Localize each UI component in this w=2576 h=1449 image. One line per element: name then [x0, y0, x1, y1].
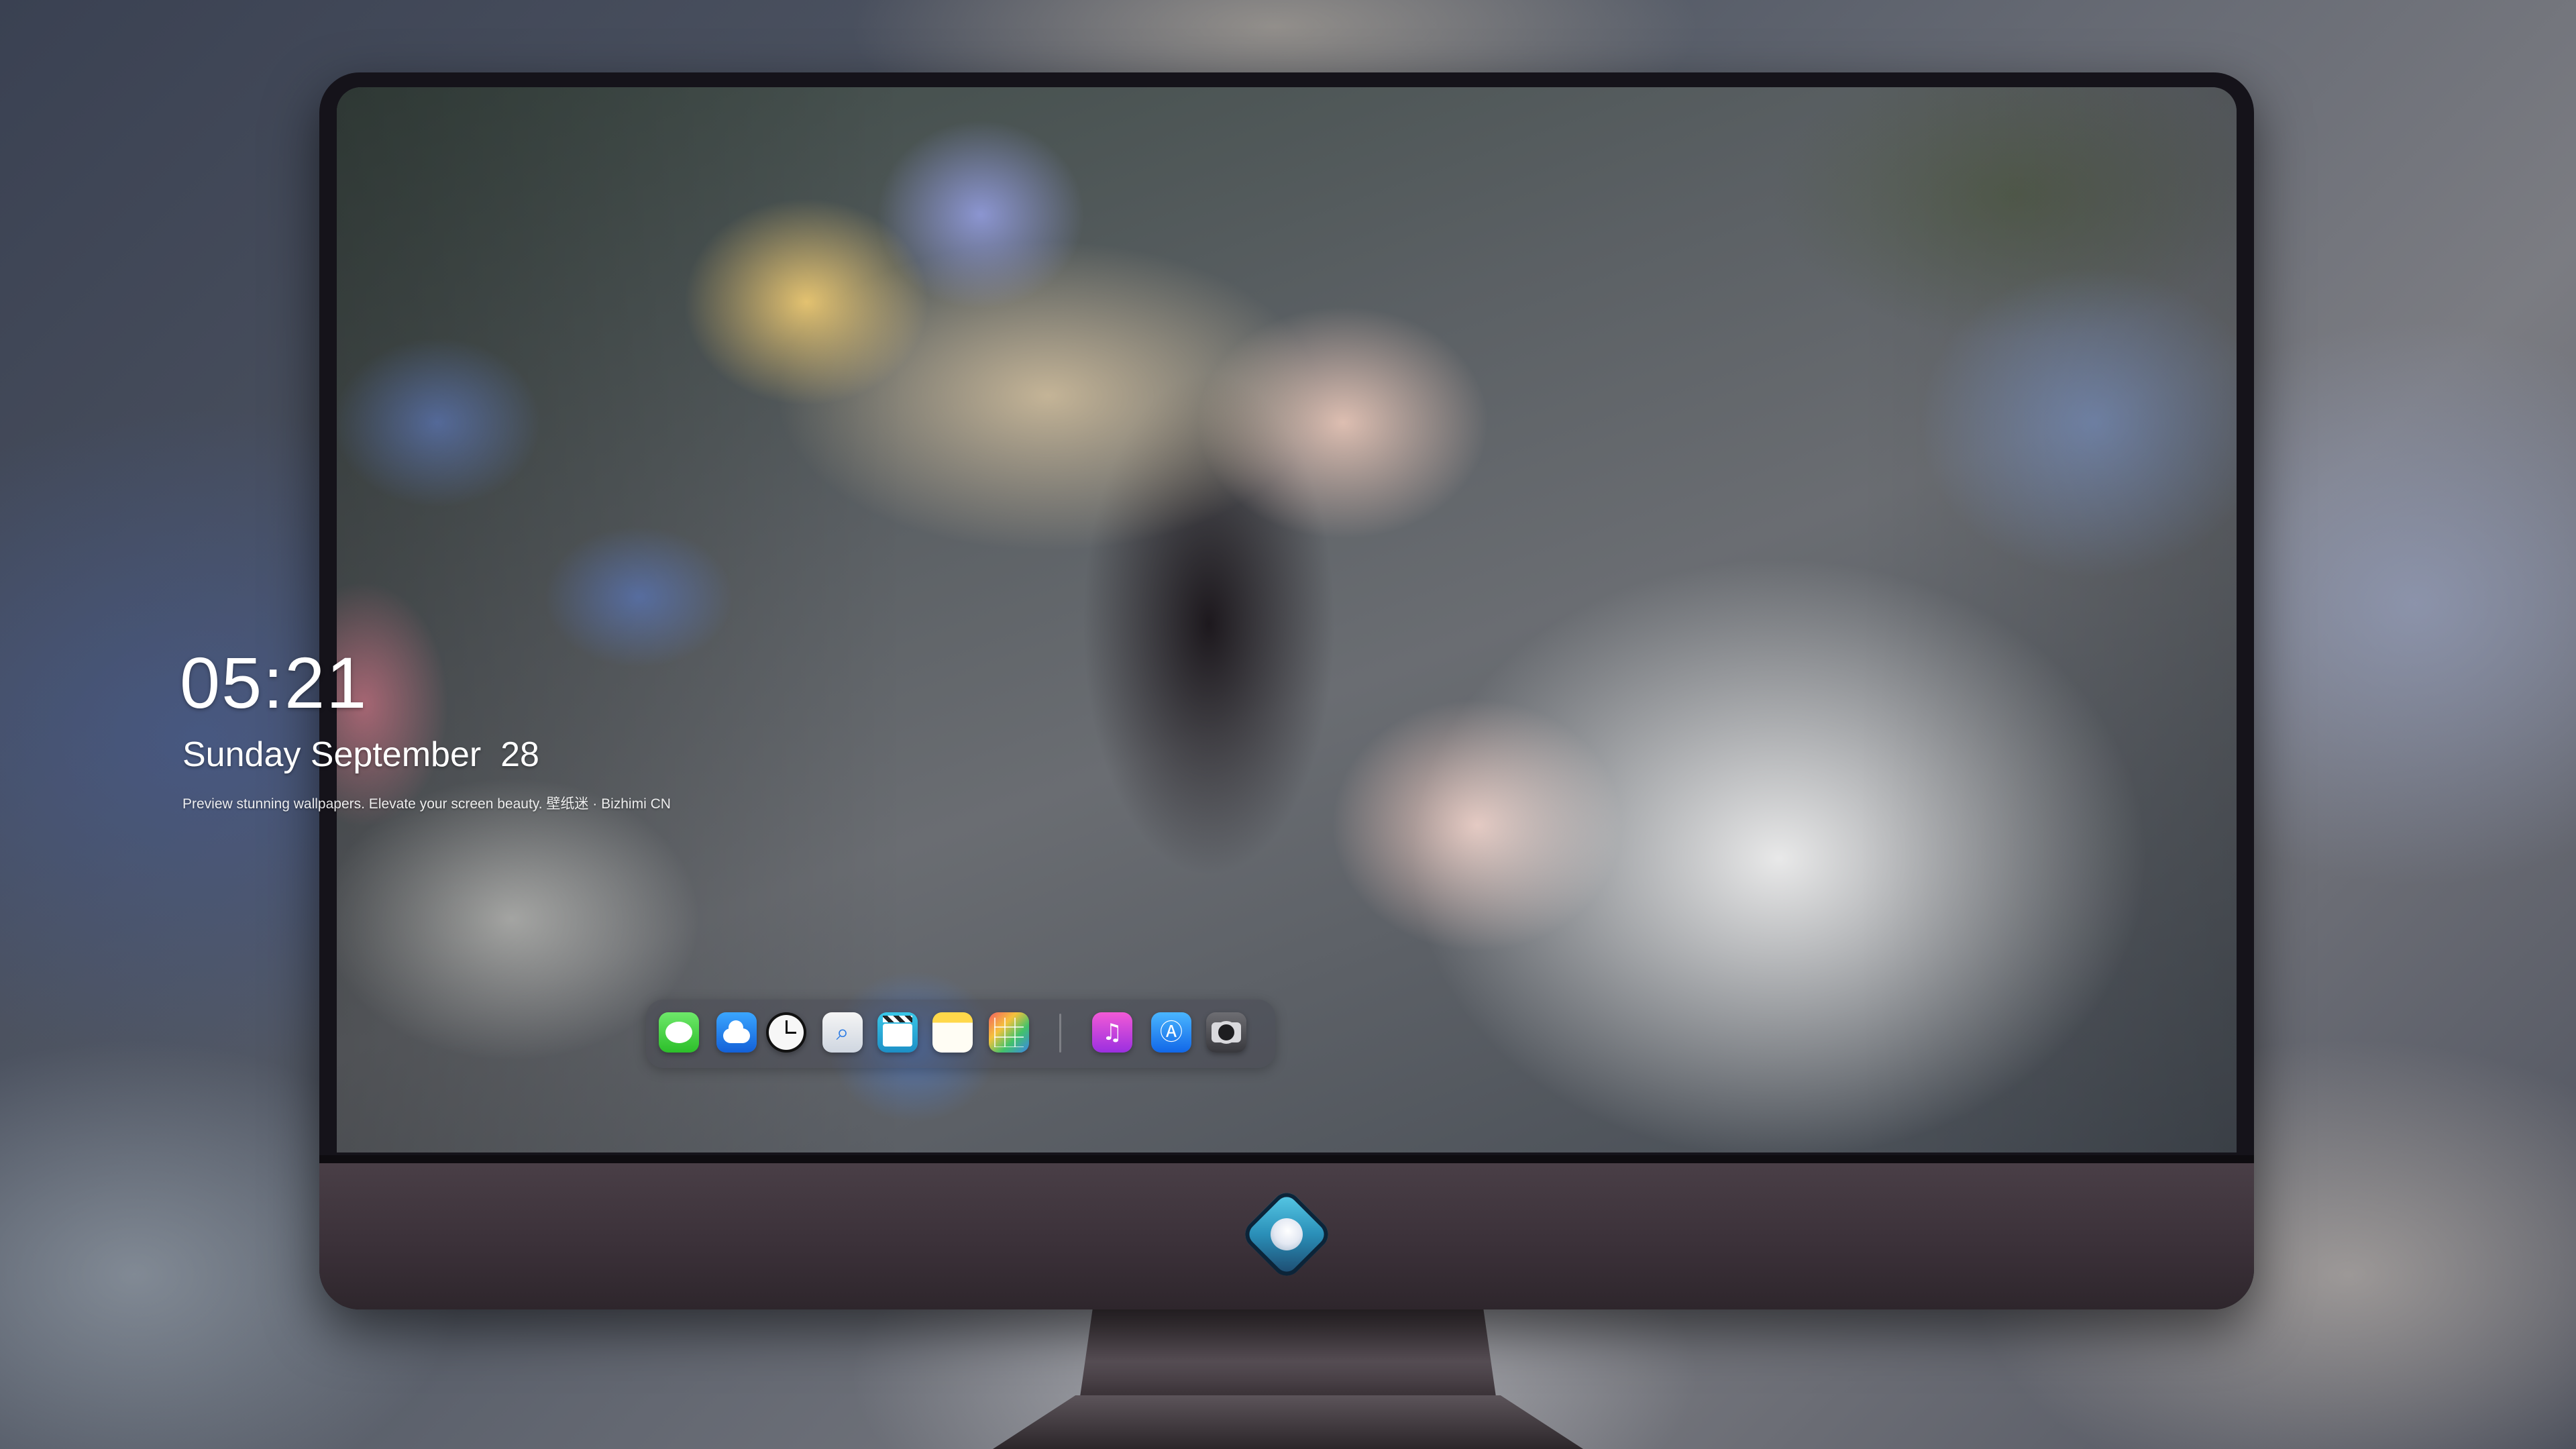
- monitor-stand-base: [993, 1395, 1583, 1449]
- wallpaper-image: [337, 87, 2237, 1152]
- lock-screen-date: Sunday September 28: [182, 735, 539, 774]
- monitor-stand-neck: [1080, 1309, 1496, 1397]
- clock-face-icon: [769, 1015, 804, 1050]
- monitor-chin-edge: [319, 1155, 2254, 1163]
- clapper-icon: [883, 1016, 912, 1046]
- wallpaper-tagline: Preview stunning wallpapers. Elevate you…: [182, 796, 671, 812]
- speech-bubble-icon: [665, 1022, 692, 1043]
- clock-icon[interactable]: [766, 1012, 806, 1053]
- monitor-screen: [337, 87, 2237, 1152]
- cloud-sun-icon: [716, 1012, 750, 1043]
- dock-separator: [1059, 1014, 1061, 1053]
- music-icon[interactable]: ♫: [1092, 1012, 1132, 1053]
- messages-icon[interactable]: [659, 1012, 699, 1053]
- preview-icon[interactable]: ⌕: [822, 1012, 863, 1053]
- weather-icon[interactable]: [716, 1012, 757, 1053]
- clapperboard-icon[interactable]: [877, 1012, 918, 1053]
- notes-icon[interactable]: [932, 1012, 973, 1053]
- lock-screen-time: 05:21: [180, 642, 368, 723]
- app-store-icon[interactable]: Ⓐ: [1151, 1012, 1191, 1053]
- camera-icon[interactable]: [1206, 1012, 1246, 1053]
- camera-body-icon: [1212, 1021, 1241, 1044]
- camera-lens-icon: [1215, 1021, 1238, 1044]
- photos-icon[interactable]: [989, 1012, 1029, 1053]
- photo-grid-icon: [994, 1018, 1024, 1047]
